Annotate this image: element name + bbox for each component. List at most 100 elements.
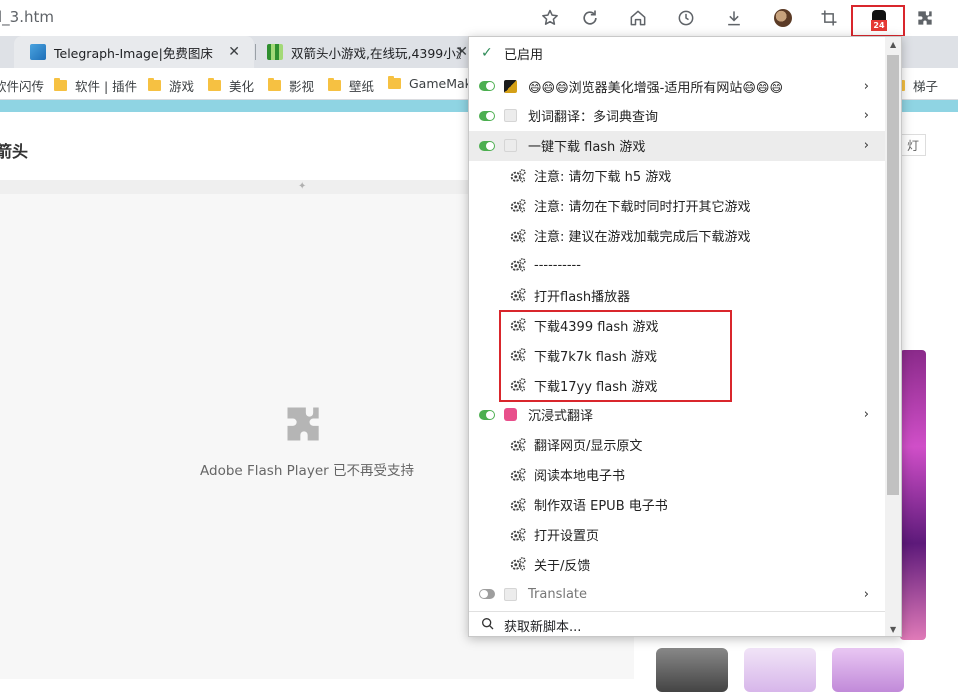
chevron-right-icon: › bbox=[863, 407, 869, 423]
puzzle-extensions-icon[interactable] bbox=[913, 6, 937, 30]
get-new-scripts-item[interactable]: 获取新脚本... bbox=[469, 611, 885, 636]
script-toggle[interactable] bbox=[479, 110, 495, 121]
crop-icon[interactable] bbox=[817, 6, 841, 30]
bookmark-folder[interactable]: 美化 bbox=[208, 76, 254, 95]
script-command-item[interactable]: ---------- bbox=[469, 250, 885, 280]
script-name: Translate bbox=[528, 586, 588, 602]
bookmark-folder[interactable]: 壁纸 bbox=[328, 76, 374, 95]
gear-icon bbox=[510, 228, 526, 242]
bookmark-folder[interactable]: 游戏 bbox=[148, 76, 194, 95]
script-item[interactable]: 划词翻译：多词典查询 › bbox=[469, 101, 885, 131]
script-icon bbox=[504, 408, 517, 422]
script-toggle[interactable] bbox=[479, 409, 495, 420]
profile-avatar[interactable] bbox=[771, 6, 795, 30]
gear-icon bbox=[510, 497, 526, 511]
folder-icon bbox=[54, 78, 67, 91]
script-item[interactable]: 一键下载 flash 游戏 › bbox=[469, 130, 885, 161]
chevron-right-icon: › bbox=[863, 108, 869, 124]
script-item[interactable]: 沉浸式翻译 › bbox=[469, 400, 885, 430]
gear-icon bbox=[510, 258, 526, 272]
script-command-item[interactable]: 打开flash播放器 bbox=[469, 280, 885, 310]
game-thumbnail[interactable] bbox=[832, 648, 904, 692]
game-favicon-icon bbox=[267, 44, 283, 60]
tab-title: Telegraph-Image|免费图床 bbox=[54, 45, 213, 61]
gear-icon bbox=[510, 198, 526, 212]
script-icon bbox=[504, 109, 517, 123]
script-command-item[interactable]: 阅读本地电子书 bbox=[469, 460, 885, 490]
folder-icon bbox=[388, 76, 401, 89]
extension-badge-count: 24 bbox=[871, 20, 887, 31]
command-label: 注意: 建议在游戏加载完成后下载游戏 bbox=[534, 230, 751, 245]
command-label: 阅读本地电子书 bbox=[534, 469, 626, 485]
script-command-item[interactable]: 翻译网页/显示原文 bbox=[469, 430, 885, 460]
menu-scrollbar[interactable]: ▲ ▼ bbox=[885, 37, 901, 636]
address-bar: l_3.htm 24 bbox=[0, 0, 958, 37]
check-icon: ✓ bbox=[481, 45, 493, 61]
menu-enabled-status[interactable]: ✓ 已启用 bbox=[469, 38, 885, 68]
refresh-icon[interactable] bbox=[578, 6, 602, 30]
chevron-right-icon: › bbox=[863, 586, 869, 602]
command-label: ---------- bbox=[534, 257, 581, 273]
game-thumbnail[interactable] bbox=[744, 648, 816, 692]
command-label: 注意: 请勿下载 h5 游戏 bbox=[534, 170, 672, 186]
script-toggle[interactable] bbox=[479, 589, 495, 600]
script-command-item[interactable]: 关于/反馈 bbox=[469, 549, 885, 579]
tab-telegraph-image[interactable]: Telegraph-Image|免费图床 ✕ bbox=[14, 36, 254, 68]
scroll-down-arrow-icon[interactable]: ▼ bbox=[890, 625, 896, 634]
command-label: 制作双语 EPUB 电子书 bbox=[534, 499, 668, 515]
get-new-scripts-label: 获取新脚本... bbox=[504, 620, 582, 635]
command-label: 打开设置页 bbox=[534, 529, 600, 544]
chevron-right-icon: › bbox=[863, 78, 869, 94]
download-icon[interactable] bbox=[722, 6, 746, 30]
close-tab-icon[interactable]: ✕ bbox=[456, 44, 468, 60]
command-label: 打开flash播放器 bbox=[534, 289, 631, 305]
folder-icon bbox=[268, 78, 281, 91]
folder-icon bbox=[328, 78, 341, 91]
tab-4399-game[interactable]: 双箭头小游戏,在线玩,4399小游戏 ✕ bbox=[255, 36, 470, 68]
script-name: 划词翻译：多词典查询 bbox=[528, 110, 659, 126]
script-command-item[interactable]: 注意: 请勿在下载时同时打开其它游戏 bbox=[469, 191, 885, 221]
script-command-item[interactable]: 注意: 请勿下载 h5 游戏 bbox=[469, 161, 885, 191]
tampermonkey-extension-icon[interactable]: 24 bbox=[851, 5, 905, 37]
chevron-right-icon: › bbox=[863, 138, 869, 154]
side-game-thumbnail[interactable] bbox=[900, 350, 926, 640]
script-icon bbox=[504, 139, 517, 153]
plugin-pin-icon: ✦ bbox=[298, 181, 307, 192]
close-tab-icon[interactable]: ✕ bbox=[228, 44, 240, 60]
script-icon bbox=[504, 79, 517, 93]
userscript-menu: ✓ 已启用 😄😄😄浏览器美化增强-适用所有网站😄😄😄 › 划词翻译：多词典查询 › 一键… bbox=[468, 36, 902, 637]
tab-title: 双箭头小游戏,在线玩,4399小游戏 bbox=[291, 45, 461, 61]
game-thumbnail[interactable] bbox=[656, 648, 728, 692]
script-toggle[interactable] bbox=[479, 81, 495, 91]
gear-icon bbox=[510, 288, 526, 302]
star-icon[interactable] bbox=[538, 6, 562, 30]
script-name: 一键下载 flash 游戏 bbox=[528, 140, 646, 156]
download-commands-highlight bbox=[499, 310, 732, 402]
scrollbar-thumb[interactable] bbox=[887, 55, 899, 495]
script-command-item[interactable]: 制作双语 EPUB 电子书 bbox=[469, 490, 885, 520]
scroll-up-arrow-icon[interactable]: ▲ bbox=[890, 40, 896, 49]
url-text[interactable]: l_3.htm bbox=[0, 8, 54, 26]
script-toggle[interactable] bbox=[479, 140, 495, 151]
script-item[interactable]: 😄😄😄浏览器美化增强-适用所有网站😄😄😄 › bbox=[469, 71, 885, 101]
bookmark-folder[interactable]: 软件 | 插件 bbox=[54, 76, 137, 95]
gear-icon bbox=[510, 527, 526, 541]
command-label: 注意: 请勿在下载时同时打开其它游戏 bbox=[534, 200, 751, 216]
script-item[interactable]: Translate › bbox=[469, 579, 885, 609]
script-command-item[interactable]: 打开设置页 bbox=[469, 520, 885, 550]
page-title: 箭头 bbox=[0, 142, 29, 161]
gear-icon bbox=[510, 168, 526, 183]
script-name: 沉浸式翻译 bbox=[528, 409, 594, 425]
gear-icon bbox=[510, 437, 526, 452]
folder-icon bbox=[148, 78, 161, 91]
search-icon bbox=[482, 618, 494, 630]
light-toggle-button[interactable]: 灯 bbox=[900, 134, 926, 156]
script-command-item[interactable]: 注意: 建议在游戏加载完成后下载游戏 bbox=[469, 221, 885, 251]
plugin-puzzle-icon bbox=[287, 407, 319, 441]
home-icon[interactable] bbox=[626, 6, 650, 30]
script-name: 😄😄😄浏览器美化增强-适用所有网站😄😄😄 bbox=[528, 80, 784, 96]
flash-unsupported-message: Adobe Flash Player 已不再受支持 bbox=[200, 463, 414, 479]
history-icon[interactable] bbox=[674, 6, 698, 30]
bookmark-folder[interactable]: 影视 bbox=[268, 76, 314, 95]
bookmark-item[interactable]: 软件闪传 bbox=[0, 76, 44, 95]
